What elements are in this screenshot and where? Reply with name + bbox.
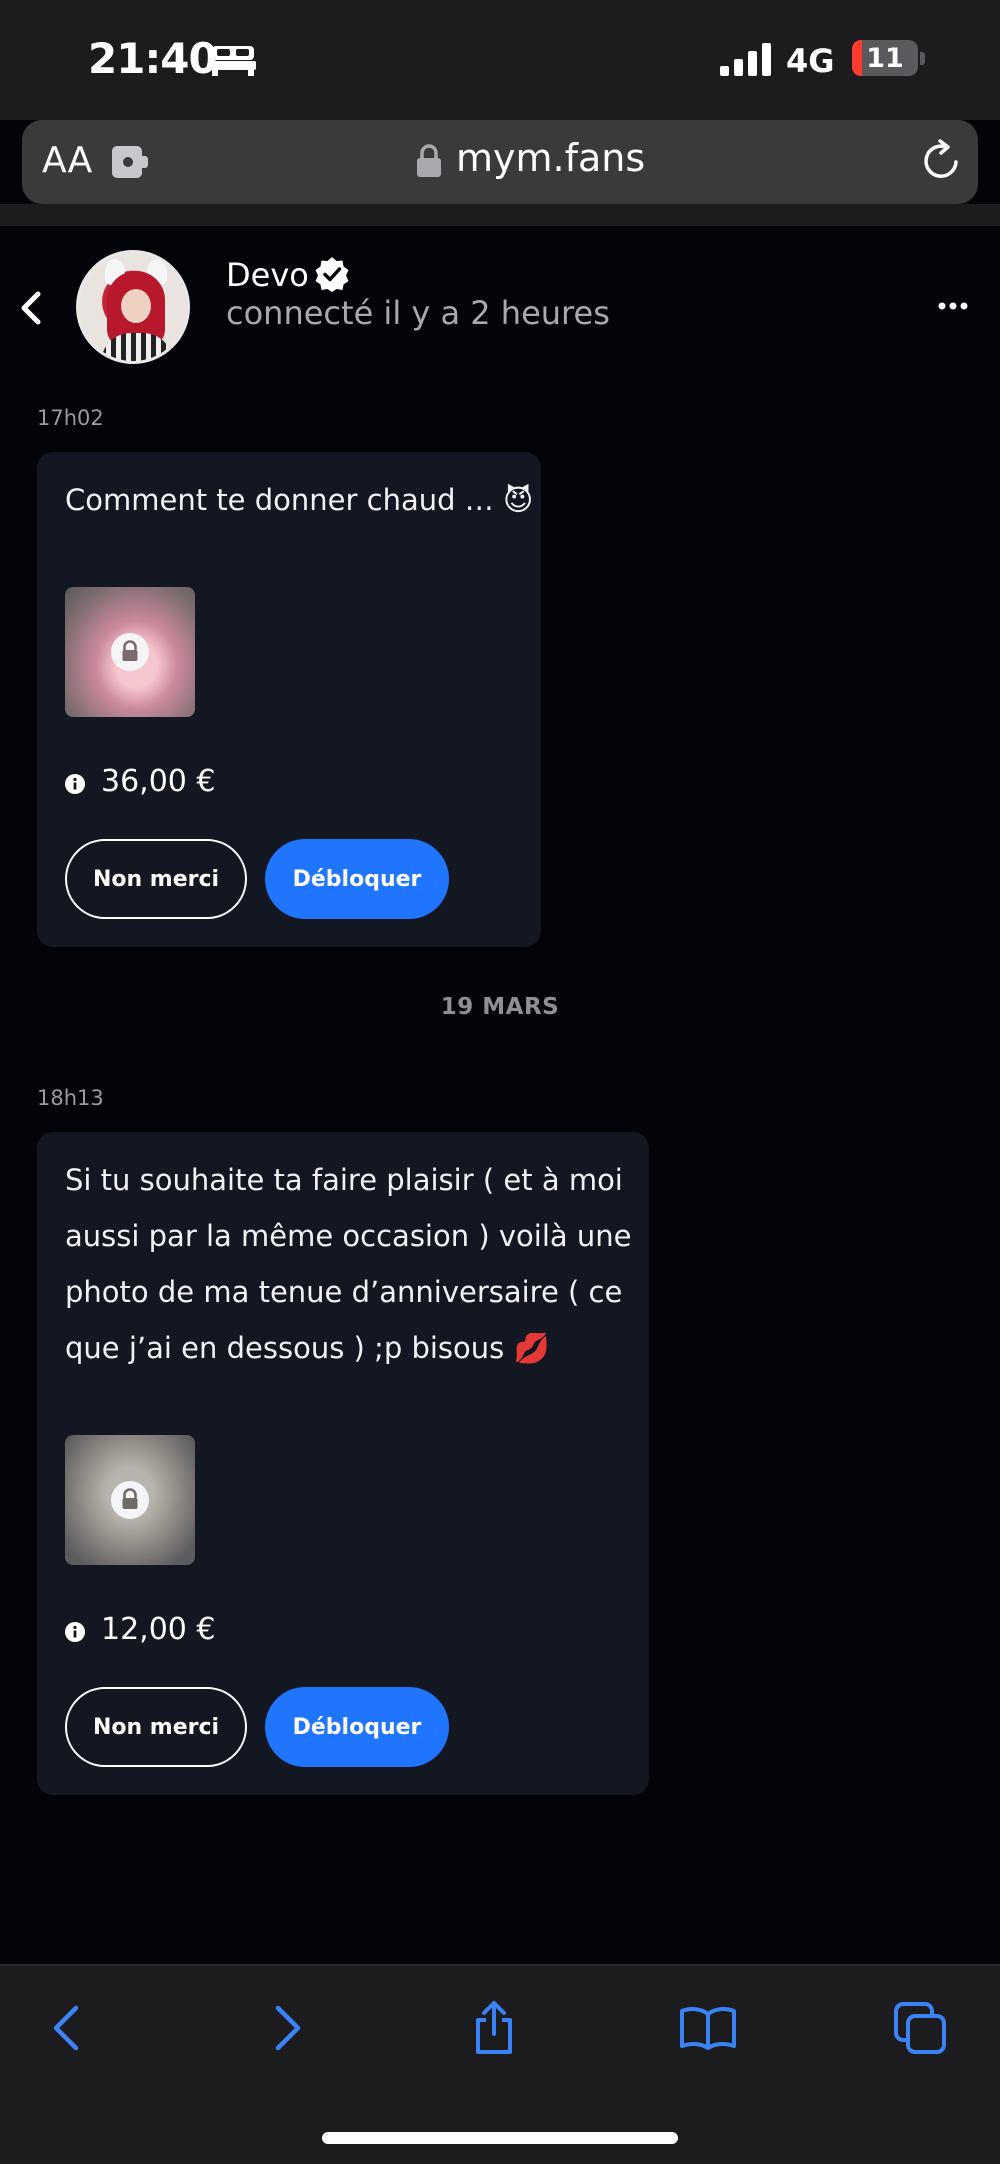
extension-icon[interactable] xyxy=(106,142,176,182)
price-label: 36,00 € xyxy=(101,764,216,799)
status-time: 21:40 xyxy=(88,34,218,83)
date-separator: 19 MARS xyxy=(440,994,560,1020)
message-timestamp: 17h02 xyxy=(37,406,104,430)
lock-icon xyxy=(111,1481,149,1519)
network-label: 4G xyxy=(786,42,835,80)
battery-nub xyxy=(920,52,925,65)
decline-button[interactable]: Non merci xyxy=(65,1687,247,1767)
message-text-line: Comment te donner chaud … 😈 xyxy=(65,483,534,517)
signal-icon xyxy=(720,43,771,76)
message-bubble: Comment te donner chaud … 😈 36,00 € Non … xyxy=(37,452,541,947)
locked-media-thumbnail[interactable] xyxy=(65,587,195,717)
message-text-line: que j’ai en dessous ) ;p bisous 💋 xyxy=(65,1331,550,1365)
message-text-line: Si tu souhaite ta faire plaisir ( et à m… xyxy=(65,1163,623,1197)
text-size-button[interactable]: AA xyxy=(42,140,92,181)
home-indicator xyxy=(322,2132,678,2144)
unlock-button[interactable]: Débloquer xyxy=(265,1687,449,1767)
unlock-button[interactable]: Débloquer xyxy=(265,839,449,919)
verified-badge-icon xyxy=(315,257,349,292)
address-bar[interactable]: AA mym.fans xyxy=(22,120,978,204)
browser-chrome-edge xyxy=(0,204,1000,226)
share-icon[interactable] xyxy=(466,2000,522,2056)
price-label: 12,00 € xyxy=(101,1612,216,1647)
locked-media-thumbnail[interactable] xyxy=(65,1435,195,1565)
lock-icon xyxy=(111,633,149,671)
status-bar: 21:40 4G 11 xyxy=(0,0,1000,120)
message-text-line: photo de ma tenue d’anniversaire ( ce xyxy=(65,1275,623,1309)
url-text[interactable]: mym.fans xyxy=(456,136,645,180)
avatar[interactable] xyxy=(76,250,190,364)
bookmarks-icon[interactable] xyxy=(680,2000,736,2056)
info-icon xyxy=(65,1622,85,1642)
tabs-icon[interactable] xyxy=(892,2000,948,2056)
info-icon xyxy=(65,774,85,794)
battery-level: 11 xyxy=(866,43,904,74)
contact-name[interactable]: Devo xyxy=(226,256,309,294)
text-size-label: AA xyxy=(42,140,93,181)
more-options-icon[interactable] xyxy=(938,298,968,314)
message-timestamp: 18h13 xyxy=(37,1086,104,1110)
message-text-line: aussi par la même occasion ) voilà une xyxy=(65,1219,632,1253)
reload-icon[interactable] xyxy=(918,138,964,184)
back-chevron-icon[interactable] xyxy=(16,288,46,328)
avatar-face xyxy=(121,289,151,323)
battery-icon: 11 xyxy=(852,40,918,76)
lock-icon xyxy=(417,144,441,177)
decline-button[interactable]: Non merci xyxy=(65,839,247,919)
forward-arrow-icon[interactable] xyxy=(258,2000,314,2056)
bed-icon xyxy=(210,46,256,76)
back-arrow-icon[interactable] xyxy=(40,2000,96,2056)
message-bubble: Si tu souhaite ta faire plaisir ( et à m… xyxy=(37,1132,649,1795)
contact-status: connecté il y a 2 heures xyxy=(226,294,610,332)
